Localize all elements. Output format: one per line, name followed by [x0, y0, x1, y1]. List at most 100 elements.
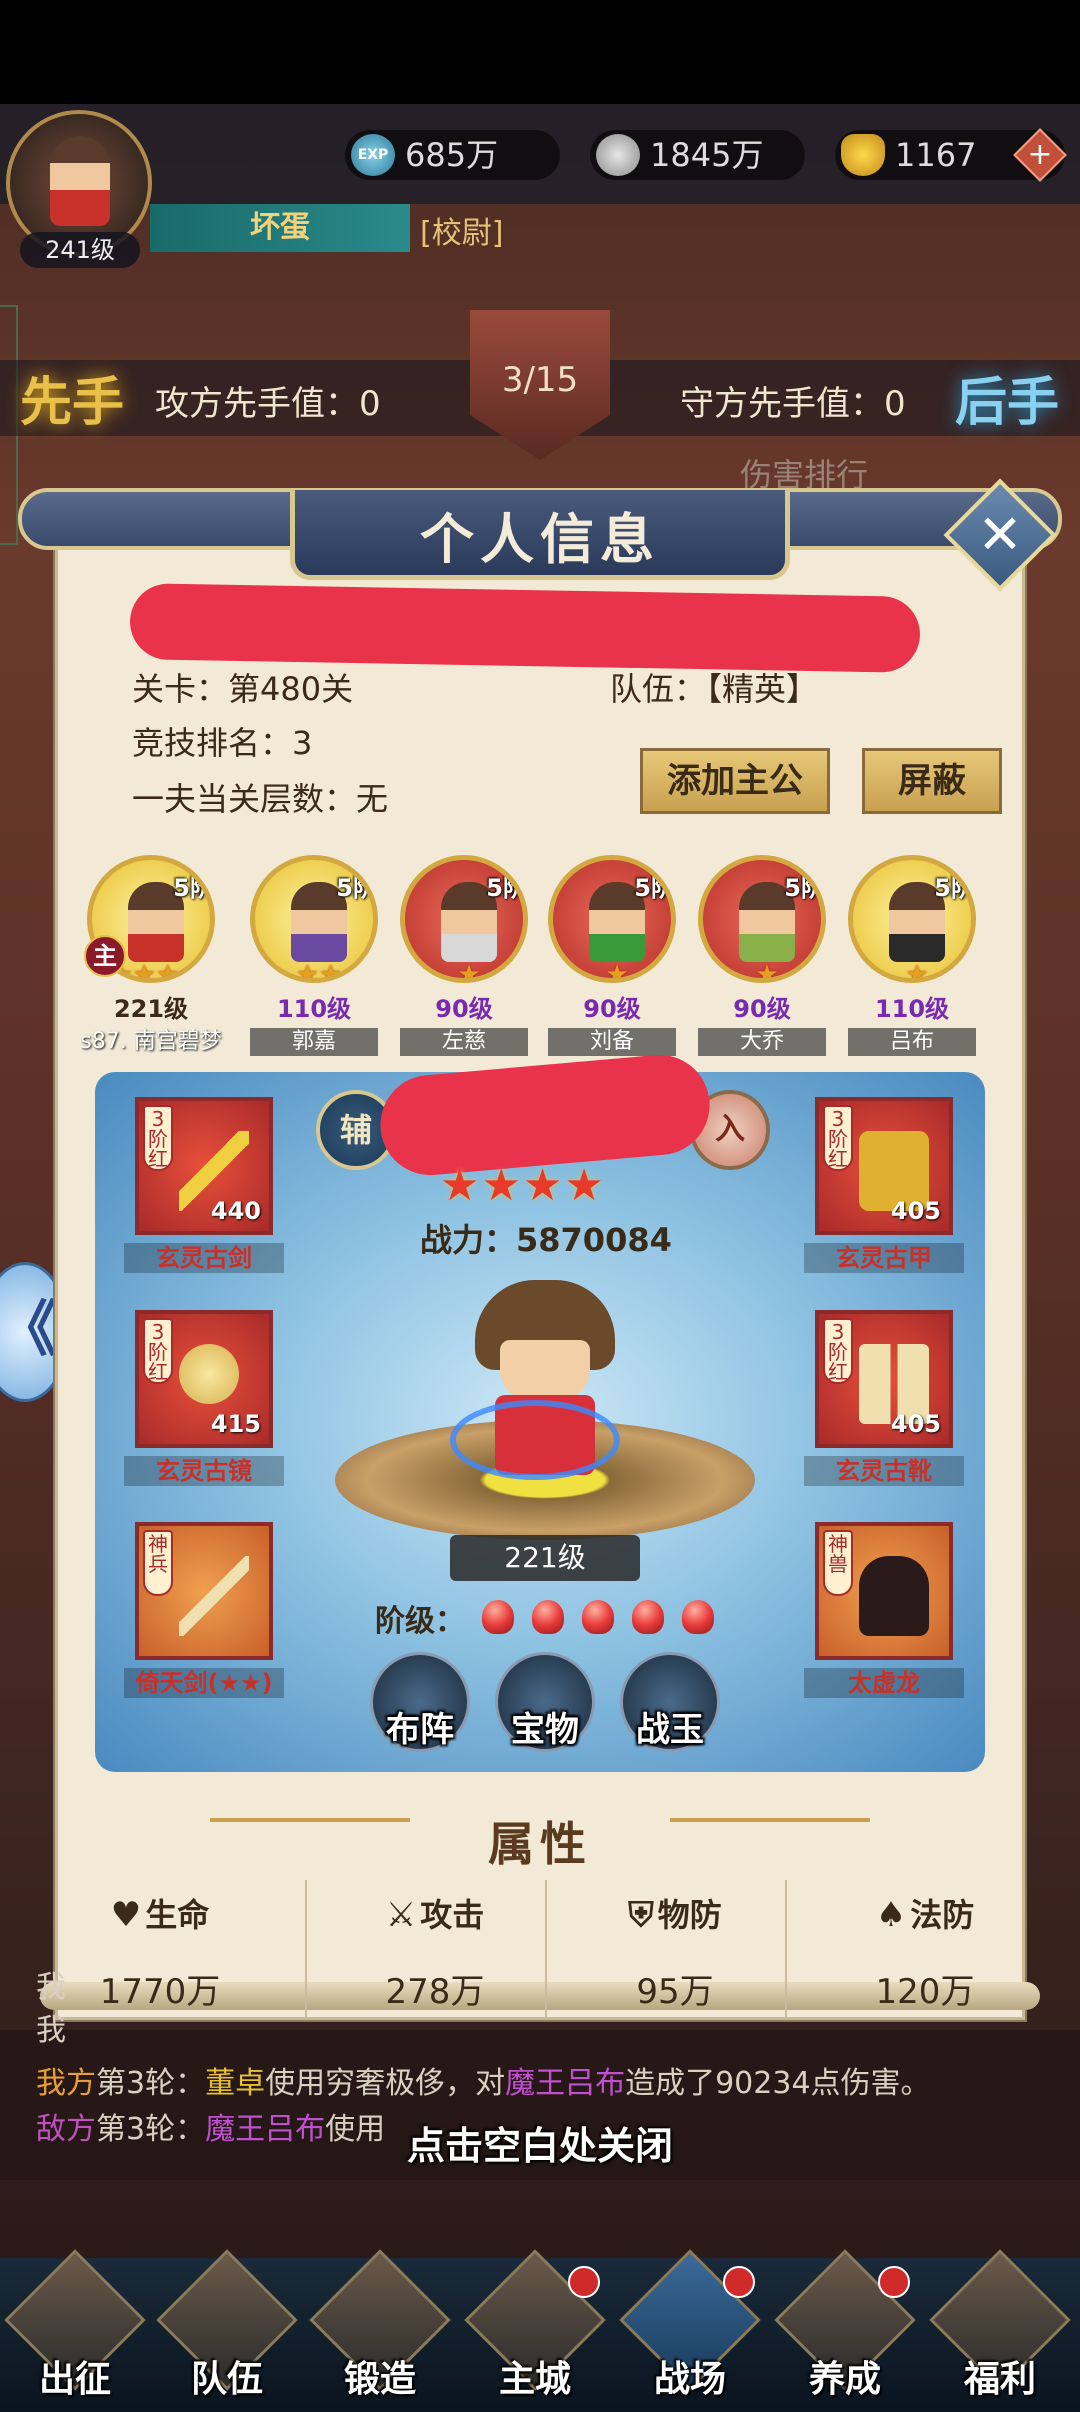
nav-item-5[interactable]: 养成 [770, 2249, 920, 2410]
nav-item-0[interactable]: 出征 [0, 2249, 150, 2410]
coin-counter: 1845万 [590, 130, 805, 180]
heavenly-sword-icon [179, 1556, 249, 1636]
equip-grade-tag: 神兵 [143, 1530, 173, 1596]
grade-gem-icon [632, 1600, 664, 1634]
war-jade-label: 战玉 [636, 1710, 704, 1750]
log-line: 我方第3轮：董卓使用穷奢极侈，对魔王吕布造成了90234点伤害。 [36, 2066, 931, 2101]
hero-stars: ★ [605, 960, 629, 983]
nav-item-4[interactable]: 战场 [615, 2249, 765, 2410]
hero-stars: ★ [457, 960, 481, 983]
hero-level: 221级 [113, 995, 189, 1023]
tower-floor-info: 一夫当关层数：无 [132, 780, 389, 818]
equip-mirror-slot[interactable]: 3阶红 415 [135, 1310, 273, 1448]
main-hero-badge: 主 [84, 935, 126, 977]
equip-weapon-slot[interactable]: 3阶红 440 [135, 1097, 273, 1235]
hero-slot[interactable]: 5阶 ★ 90级刘备 [548, 855, 676, 1056]
first-move-label: 先手 [20, 373, 125, 433]
hero-sprite[interactable] [450, 1280, 620, 1480]
equip-boots-slot[interactable]: 3阶红 405 [815, 1310, 953, 1448]
equip-count: 415 [210, 1410, 261, 1438]
nav-label: 锻造 [343, 2359, 416, 2400]
equip-armor-slot[interactable]: 3阶红 405 [815, 1097, 953, 1235]
defender-initiative: 守方先手值：0 [680, 384, 906, 424]
attribute-value: 120万 [875, 1972, 975, 2012]
nav-label: 养成 [808, 2359, 881, 2400]
hero-level: 110级 [276, 995, 352, 1023]
hero-tier: 5阶 [336, 874, 377, 902]
log-line: 我 [36, 1970, 66, 2005]
modal-title: 个人信息 [420, 508, 660, 571]
hero-slot[interactable]: 5阶 ★★ 110级 郭嘉 [250, 855, 378, 1056]
block-button[interactable]: 屏蔽 [862, 748, 1002, 814]
gold-ingot-icon [841, 134, 885, 176]
hero-tier: 5阶 [934, 874, 975, 902]
hero-slot[interactable]: 5阶 ★ 90级 左慈 [400, 855, 528, 1056]
arena-rank-info: 竞技排名：3 [132, 724, 313, 762]
hero-tier: 5阶 [634, 874, 675, 902]
attribute-0: ♥ 生命 1770万 [45, 1890, 275, 2013]
hero-name: 左慈 [400, 1028, 528, 1056]
divine-beast-slot[interactable]: 神兽 [815, 1522, 953, 1660]
attribute-divider [785, 1880, 787, 2020]
divider-ornament [670, 1818, 870, 1828]
attribute-label: 法防 [910, 1896, 975, 1934]
equip-armor-name: 玄灵古甲 [804, 1243, 964, 1273]
equip-boots-name: 玄灵古靴 [804, 1456, 964, 1486]
player-title: [校尉] [420, 216, 504, 251]
avatar-portrait [50, 136, 110, 226]
equip-weapon-name: 玄灵古剑 [124, 1243, 284, 1273]
notification-dot [568, 2266, 600, 2298]
close-icon: ✕ [977, 503, 1023, 566]
attribute-value: 278万 [385, 1972, 485, 2012]
divine-weapon-slot[interactable]: 神兵 [135, 1522, 273, 1660]
nav-item-6[interactable]: 福利 [925, 2249, 1075, 2410]
equip-grade-tag: 神兽 [823, 1530, 853, 1596]
attribute-divider [545, 1880, 547, 2020]
player-level: 241级 [20, 232, 140, 268]
log-line: 敌方第3轮：魔王吕布使用 [36, 2112, 386, 2147]
grade-gem-icon [532, 1600, 564, 1634]
hero-portrait: 5阶 ★ [848, 855, 976, 983]
hero-portrait: 5阶 ★★ [250, 855, 378, 983]
attribute-label: 攻击 [420, 1896, 485, 1934]
gold-counter: 1167 + [835, 128, 1067, 182]
hero-name: 刘备 [548, 1028, 676, 1056]
equip-count: 440 [210, 1197, 261, 1225]
tap-to-close-hint[interactable]: 点击空白处关闭 [340, 2115, 740, 2170]
nav-item-3[interactable]: 主城 [460, 2249, 610, 2410]
attribute-label: 物防 [657, 1896, 722, 1934]
log-line: 我 [36, 2013, 66, 2048]
attribute-1: ⚔ 攻击 278万 [320, 1890, 550, 2013]
redaction-mark [129, 583, 921, 673]
round-counter: 3/15 [501, 360, 579, 400]
hero-stars: ★ [755, 960, 779, 983]
hero-level: 90级 [583, 995, 641, 1023]
grade-gem-icon [482, 1600, 514, 1634]
divine-beast-name: 太虚龙 [804, 1668, 964, 1698]
gold-value: 1167 [895, 136, 977, 174]
nav-label: 福利 [963, 2359, 1036, 2400]
attribute-2: ⛨ 物防 95万 [560, 1890, 790, 2013]
hero-portrait: 5阶 ★ [400, 855, 528, 983]
add-lord-button[interactable]: 添加主公 [640, 748, 830, 814]
armor-icon: ⛨ [628, 1895, 654, 1935]
hero-slot[interactable]: 5阶 ★ 110级 吕布 [848, 855, 976, 1056]
hero-stars: ★★ [295, 960, 343, 983]
hero-name: s87. 南宫碧梦 [80, 1029, 222, 1054]
equip-grade-tag: 3阶红 [143, 1105, 173, 1171]
hero-stars: ★ [905, 960, 929, 983]
hero-slot[interactable]: 5阶 ★ 90级 大乔 [698, 855, 826, 1056]
notification-dot [878, 2266, 910, 2298]
nav-item-1[interactable]: 队伍 [152, 2249, 302, 2410]
heart-icon: ♥ [110, 1895, 142, 1935]
attribute-divider [305, 1880, 307, 2020]
attribute-label: 生命 [145, 1896, 210, 1934]
divider-ornament [210, 1818, 410, 1828]
nav-item-2[interactable]: 锻造 [305, 2249, 455, 2410]
equip-count: 405 [890, 1410, 941, 1438]
nav-label: 战场 [653, 2359, 726, 2400]
attributes-title: 属性 [488, 1817, 592, 1871]
nav-label: 主城 [498, 2359, 571, 2400]
hero-level: 221级 [450, 1535, 640, 1581]
treasure-label: 宝物 [511, 1710, 579, 1750]
